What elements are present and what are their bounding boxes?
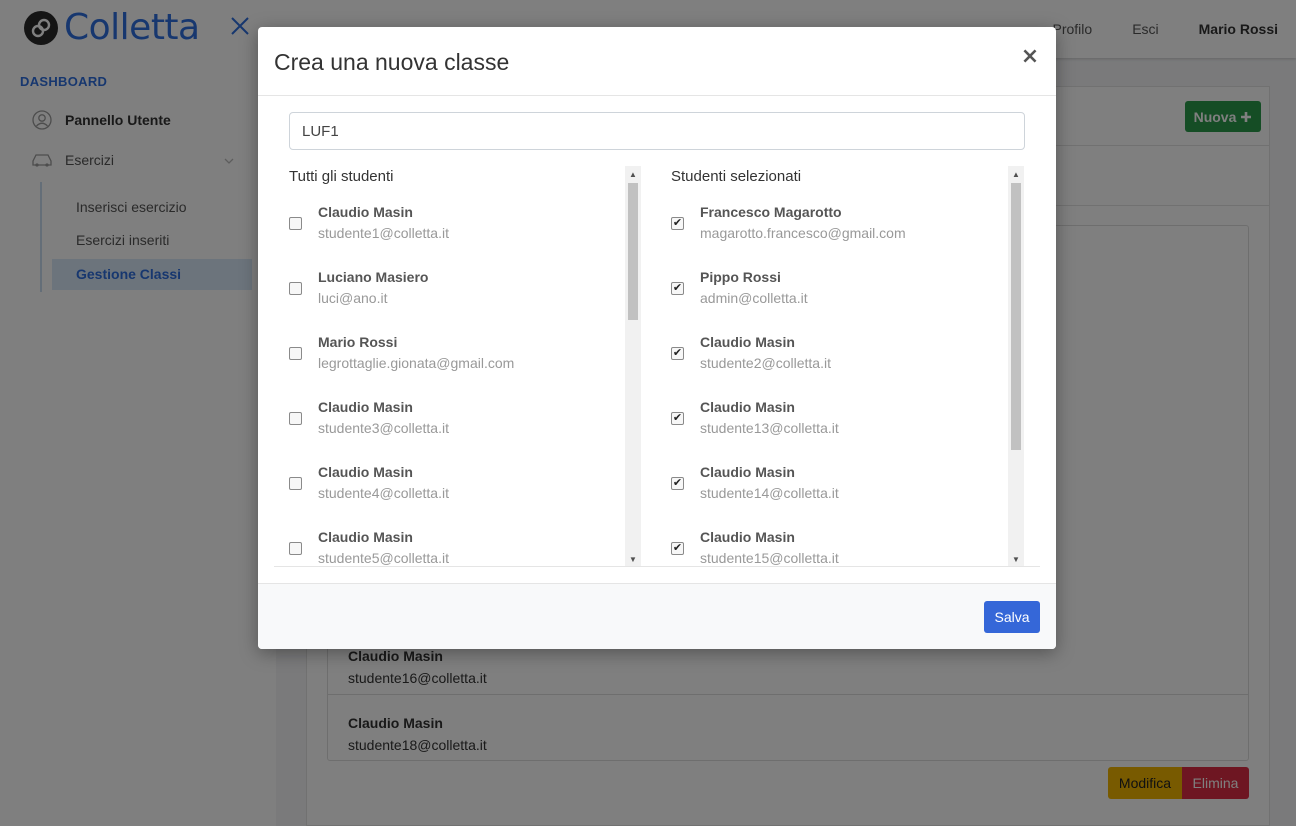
student-checkbox-checked[interactable]: ✔: [671, 217, 684, 230]
student-email: studente13@colletta.it: [700, 420, 839, 436]
student-email: studente14@colletta.it: [700, 485, 839, 501]
list-item: ✔ Pippo Rossi admin@colletta.it: [656, 269, 1006, 334]
student-email: admin@colletta.it: [700, 290, 808, 306]
student-email: luci@ano.it: [318, 290, 388, 306]
close-icon[interactable]: ×: [1020, 45, 1040, 69]
student-checkbox[interactable]: [289, 347, 302, 360]
selected-students-title: Studenti selezionati: [671, 168, 802, 185]
student-checkbox[interactable]: [289, 282, 302, 295]
student-checkbox[interactable]: [289, 477, 302, 490]
list-item: Claudio Masin studente1@colletta.it: [274, 204, 624, 269]
student-name: Claudio Masin: [700, 399, 795, 415]
list-item: ✔ Claudio Masin studente2@colletta.it: [656, 334, 1006, 399]
scrollbar-thumb[interactable]: [628, 183, 638, 320]
student-name: Francesco Magarotto: [700, 204, 842, 220]
student-name: Claudio Masin: [700, 529, 795, 545]
student-email: studente1@colletta.it: [318, 225, 449, 241]
student-name: Claudio Masin: [318, 529, 413, 545]
class-name-input[interactable]: [289, 112, 1025, 150]
student-name: Claudio Masin: [318, 204, 413, 220]
scroll-down-arrow-icon[interactable]: ▼: [625, 551, 641, 567]
student-email: studente3@colletta.it: [318, 420, 449, 436]
scrollbar-thumb[interactable]: [1011, 183, 1021, 450]
student-checkbox[interactable]: [289, 217, 302, 230]
student-name: Claudio Masin: [318, 399, 413, 415]
student-checkbox-checked[interactable]: ✔: [671, 477, 684, 490]
list-item: Claudio Masin studente5@colletta.it: [274, 529, 624, 567]
list-item: ✔ Francesco Magarotto magarotto.francesc…: [656, 204, 1006, 269]
list-item: ✔ Claudio Masin studente13@colletta.it: [656, 399, 1006, 464]
modal-footer: Salva: [258, 583, 1056, 649]
list-item: Mario Rossi legrottaglie.gionata@gmail.c…: [274, 334, 624, 399]
student-checkbox-checked[interactable]: ✔: [671, 282, 684, 295]
selected-students-column: Studenti selezionati ✔ Francesco Magarot…: [656, 166, 1025, 567]
student-email: magarotto.francesco@gmail.com: [700, 225, 906, 241]
scroll-down-arrow-icon[interactable]: ▼: [1008, 551, 1024, 567]
student-email: studente5@colletta.it: [318, 550, 449, 566]
scrollbar[interactable]: ▲ ▼: [1008, 166, 1024, 567]
student-name: Claudio Masin: [700, 464, 795, 480]
modal-title: Crea una nuova classe: [274, 49, 510, 75]
save-button[interactable]: Salva: [984, 601, 1040, 633]
student-checkbox-checked[interactable]: ✔: [671, 542, 684, 555]
scrollbar[interactable]: ▲ ▼: [625, 166, 641, 567]
list-item: ✔ Claudio Masin studente15@colletta.it: [656, 529, 1006, 567]
student-name: Mario Rossi: [318, 334, 398, 350]
student-email: legrottaglie.gionata@gmail.com: [318, 355, 515, 371]
list-item: Claudio Masin studente4@colletta.it: [274, 464, 624, 529]
scroll-up-arrow-icon[interactable]: ▲: [625, 166, 641, 182]
modal-header: Crea una nuova classe ×: [258, 27, 1056, 96]
all-students-title: Tutti gli studenti: [289, 168, 394, 185]
divider: [274, 566, 1040, 567]
student-checkbox[interactable]: [289, 542, 302, 555]
student-email: studente2@colletta.it: [700, 355, 831, 371]
student-checkbox-checked[interactable]: ✔: [671, 412, 684, 425]
student-email: studente4@colletta.it: [318, 485, 449, 501]
all-students-column: Tutti gli studenti Claudio Masin student…: [274, 166, 641, 567]
list-item: Claudio Masin studente3@colletta.it: [274, 399, 624, 464]
student-checkbox[interactable]: [289, 412, 302, 425]
student-name: Luciano Masiero: [318, 269, 429, 285]
student-name: Pippo Rossi: [700, 269, 781, 285]
student-name: Claudio Masin: [318, 464, 413, 480]
scroll-up-arrow-icon[interactable]: ▲: [1008, 166, 1024, 182]
student-name: Claudio Masin: [700, 334, 795, 350]
create-class-modal: Crea una nuova classe × Tutti gli studen…: [258, 27, 1056, 649]
student-checkbox-checked[interactable]: ✔: [671, 347, 684, 360]
list-item: ✔ Claudio Masin studente14@colletta.it: [656, 464, 1006, 529]
student-email: studente15@colletta.it: [700, 550, 839, 566]
list-item: Luciano Masiero luci@ano.it: [274, 269, 624, 334]
